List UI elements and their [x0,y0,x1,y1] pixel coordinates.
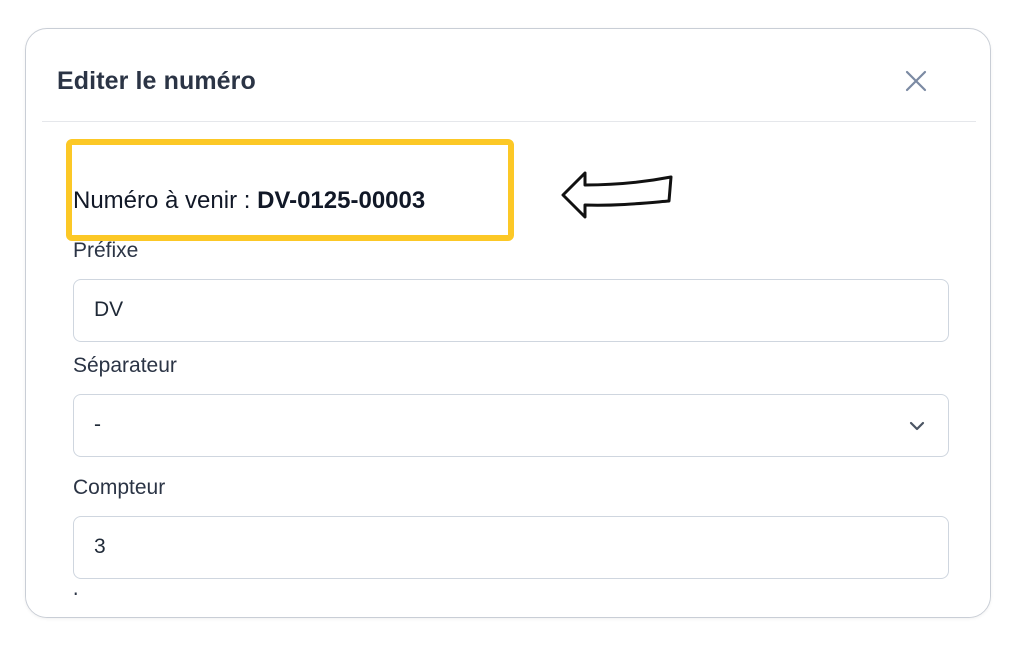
close-icon [905,70,927,92]
counter-input[interactable]: 3 [73,516,949,579]
arrow-annotation-icon [561,171,673,219]
counter-label: Compteur [73,476,166,499]
upcoming-number: Numéro à venir : DV-0125-00003 [73,187,425,215]
edit-number-modal: Editer le numéro Numéro à venir : DV-012… [25,28,991,618]
chevron-down-icon [909,421,925,431]
separator-select[interactable]: - [73,394,949,457]
upcoming-number-value: DV-0125-00003 [257,187,426,214]
upcoming-number-label: Numéro à venir : [73,187,258,214]
prefix-label: Préfixe [73,239,139,262]
prefix-input[interactable]: DV [73,279,949,342]
separator-value: - [94,413,101,436]
modal-clip [26,595,990,617]
modal-title: Editer le numéro [57,67,256,95]
close-button[interactable] [902,67,930,95]
separator-label: Séparateur [73,354,177,377]
